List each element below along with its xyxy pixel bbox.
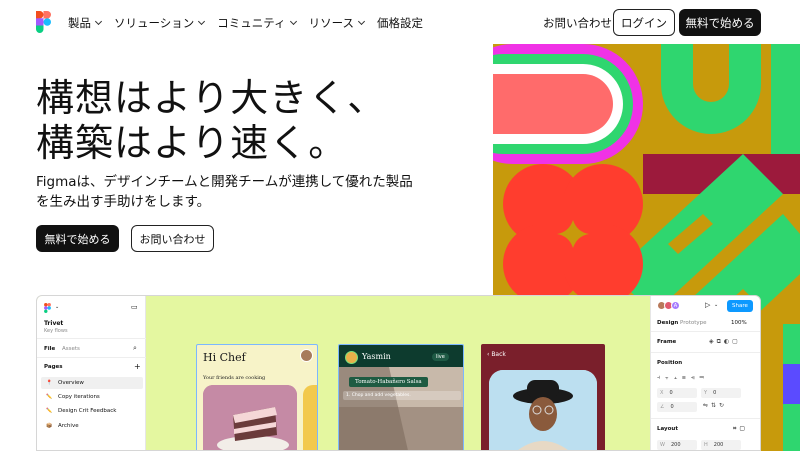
page-item-overview[interactable]: 📍 Overview <box>41 377 143 389</box>
cake-image <box>203 385 297 450</box>
tab-prototype[interactable]: Prototype <box>680 320 707 326</box>
file-subtitle: Key flows <box>44 328 68 334</box>
contact-button[interactable]: お問い合わせ <box>131 225 214 252</box>
add-page-icon[interactable]: + <box>134 362 141 371</box>
card-title: Hi Chef <box>203 351 246 364</box>
frame-label[interactable]: Frame <box>657 339 676 345</box>
menu-pricing[interactable]: 価格設定 <box>377 15 423 31</box>
start-free-button[interactable]: 無料で始める <box>36 225 119 252</box>
figma-menu-icon[interactable] <box>43 303 52 315</box>
layout-icons[interactable]: ⌗▢ <box>733 425 748 433</box>
tab-file[interactable]: File <box>44 346 55 352</box>
page-item-design-crit[interactable]: ✏️ Design Crit Feedback <box>41 405 143 417</box>
width-field[interactable]: W 200 <box>657 440 697 450</box>
avatar <box>300 349 313 362</box>
top-navigation: 製品 ソリューション コミュニティ リソース 価格設定 お問い合わせ ログイン … <box>0 0 800 44</box>
card-name: Yasmin <box>362 352 391 361</box>
start-free-nav-button[interactable]: 無料で始める <box>679 9 761 36</box>
card-subtitle: Your friends are cooking <box>203 375 266 381</box>
page-item-copy-iterations[interactable]: ✏️ Copy iterations <box>41 391 143 403</box>
flip-icons[interactable]: ⇋⇅↻ <box>703 402 727 409</box>
frame-back[interactable]: ‹ Back <box>481 344 605 450</box>
search-icon[interactable]: ⌕ <box>133 344 137 353</box>
rotation-field[interactable]: ∠ 0 <box>657 402 697 412</box>
avatar: A <box>671 301 680 310</box>
frame-yasmin[interactable]: Yasmin live Tomato-Habañero Salsa 1. Cho… <box>338 344 464 450</box>
x-field[interactable]: X0 <box>657 388 697 398</box>
hero-title: 構想はより大きく、 構築はより速く。 <box>36 76 386 166</box>
page-item-archive[interactable]: 📦 Archive <box>41 420 143 432</box>
share-button[interactable]: Share <box>727 300 753 312</box>
position-label: Position <box>657 360 683 366</box>
live-badge: live <box>432 353 449 361</box>
avatar <box>345 351 358 364</box>
contact-link[interactable]: お問い合わせ <box>543 15 612 31</box>
menu-solutions[interactable]: ソリューション <box>114 15 206 31</box>
chevron-down-icon[interactable]: ⌄ <box>55 304 59 310</box>
editor-preview: ⌄ ▭ Trivet Key flows File Assets ⌕ Pages… <box>36 295 761 451</box>
play-icon[interactable]: ▷ <box>705 301 710 309</box>
pages-label: Pages <box>44 364 63 370</box>
file-name: Trivet <box>44 320 64 327</box>
hero-title-line1: 構想はより大きく、 <box>36 76 387 120</box>
chevron-down-icon <box>198 17 206 26</box>
hero-subtitle: Figmaは、デザインチームと開発チームが連携して優れた製品 を生み出す手助けを… <box>36 174 413 210</box>
menu-resources[interactable]: リソース <box>309 15 366 31</box>
main-menu: 製品 ソリューション コミュニティ リソース 価格設定 <box>68 15 436 31</box>
figma-logo-icon[interactable] <box>36 11 51 33</box>
chevron-down-icon <box>357 17 366 26</box>
pencil-icon: ✏️ <box>46 408 53 414</box>
box-icon: 📦 <box>46 423 53 429</box>
pin-icon: 📍 <box>46 380 53 386</box>
chevron-down-icon[interactable]: ⌄ <box>714 302 718 308</box>
hero-title-line2: 構築はより速く。 <box>36 121 348 165</box>
layout-label: Layout <box>657 426 678 432</box>
login-button[interactable]: ログイン <box>613 9 675 36</box>
recipe-pill: Tomato-Habañero Salsa <box>349 377 428 387</box>
zoom-level[interactable]: 100% <box>731 320 747 326</box>
design-canvas[interactable]: Hi Chef Your friends are cooking Yasmin … <box>146 296 650 450</box>
chevron-down-icon <box>94 17 103 26</box>
rotation-icon: ∠ <box>660 404 665 410</box>
back-link[interactable]: ‹ Back <box>487 351 506 358</box>
layers-panel: ⌄ ▭ Trivet Key flows File Assets ⌕ Pages… <box>37 296 146 450</box>
profile-photo <box>489 370 597 450</box>
align-icons[interactable]: ⫞⫟⫠⫢⫣⫤ <box>657 374 709 382</box>
tab-design[interactable]: Design <box>657 320 678 326</box>
menu-products[interactable]: 製品 <box>68 15 103 31</box>
recipe-step: 1. Chop and add vegetables. <box>343 391 461 400</box>
pencil-icon: ✏️ <box>46 394 53 400</box>
y-field[interactable]: Y0 <box>701 388 741 398</box>
sidebar-toggle-icon[interactable]: ▭ <box>131 303 138 311</box>
properties-panel: A ▷ ⌄ Share Design Prototype 100% Frame … <box>650 296 760 450</box>
tab-assets[interactable]: Assets <box>62 346 80 352</box>
chevron-down-icon <box>289 17 297 26</box>
frame-hi-chef[interactable]: Hi Chef Your friends are cooking <box>196 344 318 450</box>
menu-community[interactable]: コミュニティ <box>217 15 297 31</box>
frame-tools-icons[interactable]: ◈⧉◐▢ <box>709 338 741 346</box>
height-field[interactable]: H 200 <box>701 440 741 450</box>
